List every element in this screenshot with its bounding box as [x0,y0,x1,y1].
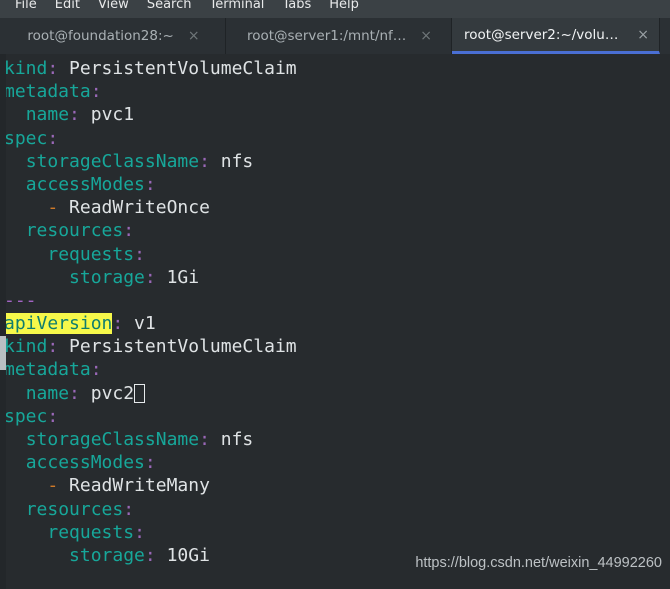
yaml-key: resources [25,498,124,520]
menu-item-help[interactable]: Help [320,0,368,12]
yaml-colon: : [90,359,102,381]
tab-label: root@server2:~/volumes [464,26,624,43]
close-icon[interactable]: × [188,29,200,43]
yaml-document-separator: --- [4,289,37,311]
text-cursor [134,383,146,403]
terminal-line: metadata: [4,80,670,103]
close-icon[interactable]: × [420,29,432,43]
yaml-key: resources [25,220,124,242]
yaml-key: storage [69,266,145,288]
terminal-screen[interactable]: kind: PersistentVolumeClaim metadata: nam… [0,54,670,589]
terminal-window: File Edit View Search Terminal Tabs Help… [0,0,670,589]
terminal-line: metadata: [4,358,670,381]
yaml-key: storageClassName [25,150,200,172]
tab-server2-volumes[interactable]: root@server2:~/volumes × [452,18,660,54]
terminal-line: accessModes: [4,173,670,196]
terminal-line: apiVersion: v1 [4,312,670,335]
terminal-line: storageClassName: nfs [4,428,670,451]
yaml-colon: : [112,313,124,335]
tab-bar: root@foundation28:~ × root@server1:/mnt/… [0,18,670,54]
yaml-colon: : [144,452,156,474]
search-highlight-match: apiVersion [4,313,113,335]
yaml-key: spec [4,405,48,427]
yaml-key: name [25,104,70,126]
menu-item-tabs[interactable]: Tabs [273,0,320,12]
tab-label: root@server1:/mnt/nf… [246,28,407,44]
yaml-value: 10Gi [155,544,210,566]
yaml-value: 1Gi [155,266,200,288]
terminal-line: spec: [4,127,670,150]
close-icon[interactable]: × [637,28,649,42]
yaml-value: v1 [123,313,156,335]
yaml-colon: : [123,220,135,242]
watermark: https://blog.csdn.net/weixin_44992260 [415,555,662,571]
yaml-value: nfs [209,429,254,450]
terminal-line: requests: [4,521,670,544]
yaml-colon: : [134,521,145,543]
menu-item-file[interactable]: File [6,0,46,12]
yaml-key: storage [69,544,145,566]
yaml-value: ReadWriteMany [69,475,210,497]
yaml-list-dash: - [47,197,70,219]
tab-label: root@foundation28:~ [27,28,174,44]
yaml-key: metadata [4,359,91,381]
terminal-line: kind: PersistentVolumeClaim [4,57,670,80]
terminal-line: requests: [4,243,670,266]
tab-server1[interactable]: root@server1:/mnt/nf… × [226,18,452,54]
terminal-line: name: pvc2 [4,382,670,405]
yaml-colon: : [47,336,59,358]
yaml-value: pvc1 [79,104,135,126]
yaml-colon: : [144,544,156,566]
terminal-line: - ReadWriteMany [4,474,670,497]
menu-item-view[interactable]: View [89,0,138,12]
yaml-key: name [25,382,70,404]
yaml-key: kind [4,336,48,358]
yaml-value: PersistentVolumeClaim [58,336,297,358]
tab-foundation28[interactable]: root@foundation28:~ × [0,18,226,54]
terminal-line: accessModes: [4,451,670,474]
menu-item-search[interactable]: Search [138,0,201,12]
terminal-line: --- [4,289,670,312]
terminal-line: - ReadWriteOnce [4,196,670,219]
yaml-value: nfs [209,150,254,172]
yaml-value: ReadWriteOnce [69,197,210,219]
terminal-line: storageClassName: nfs [4,150,670,173]
yaml-colon: : [144,266,156,288]
terminal-text-area[interactable]: kind: PersistentVolumeClaim metadata: nam… [0,54,670,567]
yaml-colon: : [134,243,145,265]
yaml-colon: : [47,405,59,427]
terminal-line: name: pvc1 [4,103,670,126]
scrollbar-thumb[interactable] [0,336,6,370]
yaml-key: kind [4,58,48,79]
yaml-value: PersistentVolumeClaim [58,58,297,79]
yaml-key: spec [4,127,48,149]
terminal-line: resources: [4,219,670,242]
yaml-colon: : [47,58,59,79]
terminal-line: resources: [4,498,670,521]
yaml-list-dash: - [47,475,70,497]
yaml-key: accessModes [25,452,145,474]
yaml-key: accessModes [25,173,145,195]
yaml-key: requests [47,243,135,265]
yaml-colon: : [47,127,59,149]
yaml-key: metadata [4,81,91,103]
yaml-colon: : [90,81,102,103]
yaml-key: storageClassName [25,429,200,450]
menu-bar: File Edit View Search Terminal Tabs Help [0,0,670,18]
yaml-colon: : [199,150,210,172]
yaml-colon: : [69,382,80,404]
terminal-line: spec: [4,405,670,428]
terminal-line: storage: 1Gi [4,266,670,289]
yaml-key: requests [47,521,135,543]
menu-item-edit[interactable]: Edit [46,0,89,12]
terminal-line: kind: PersistentVolumeClaim [4,335,670,358]
yaml-colon: : [123,498,135,520]
terminal-scrollbar[interactable] [0,54,6,589]
yaml-colon: : [69,104,80,126]
yaml-colon: : [144,173,156,195]
yaml-value: pvc2 [79,382,135,404]
menu-item-terminal[interactable]: Terminal [200,0,273,12]
yaml-colon: : [199,429,210,450]
